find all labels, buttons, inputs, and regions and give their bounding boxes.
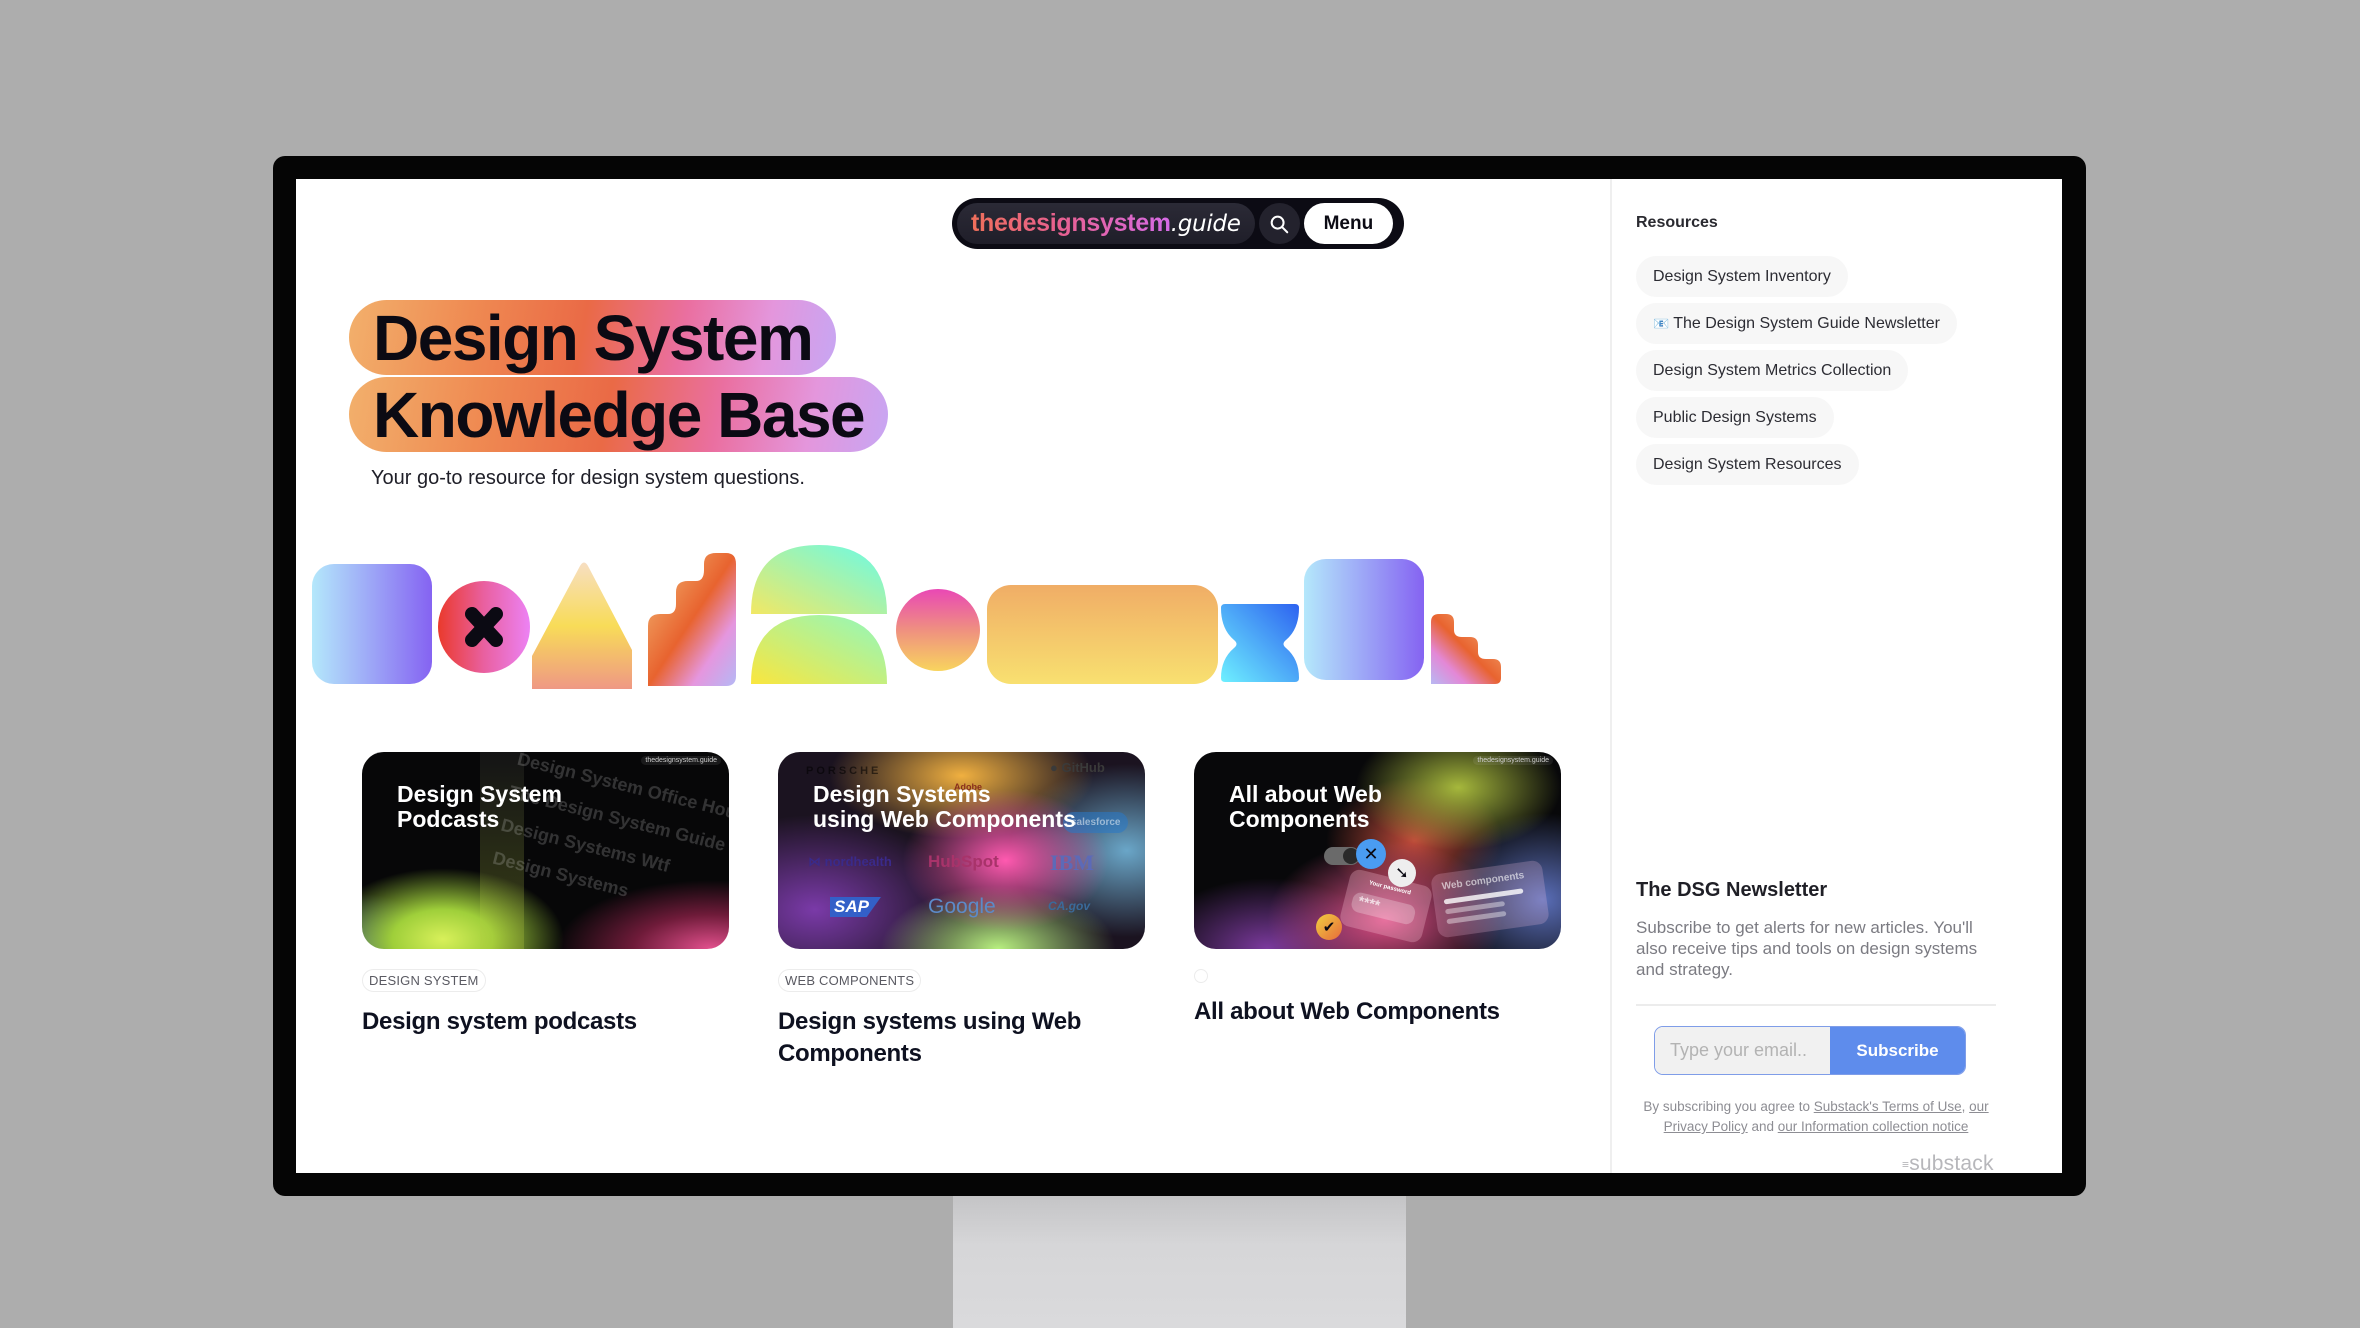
card-title[interactable]: Design systems using Web Components xyxy=(778,1006,1145,1070)
resource-link-inventory[interactable]: Design System Inventory xyxy=(1636,256,1848,297)
search-button[interactable] xyxy=(1258,203,1300,244)
main-content: thedesignsystem .guide Menu Design System… xyxy=(296,179,1610,1173)
close-x-icon xyxy=(465,607,503,647)
newsletter-title: The DSG Newsletter xyxy=(1636,879,1828,901)
hero-subtitle: Your go-to resource for design system qu… xyxy=(371,467,805,489)
card-thumbnail[interactable]: thedesignsystem.guide All about Web Comp… xyxy=(1194,752,1561,949)
card-title[interactable]: All about Web Components xyxy=(1194,996,1561,1028)
resource-link-metrics[interactable]: Design System Metrics Collection xyxy=(1636,350,1909,391)
category-tag[interactable]: DESIGN SYSTEM xyxy=(362,969,486,992)
card-title[interactable]: Design system podcasts xyxy=(362,1006,729,1038)
podcast-list-watermark: Design System Office Hours The Design Sy… xyxy=(490,752,729,901)
logo-sap: SAP xyxy=(830,897,881,917)
envelope-icon: 📧 xyxy=(1653,315,1670,331)
check-circle-icon: ✔ xyxy=(1316,914,1342,940)
information-collection-link[interactable]: our Information collection notice xyxy=(1778,1119,1969,1134)
resource-link-public-design-systems[interactable]: Public Design Systems xyxy=(1636,397,1834,438)
newsletter-divider xyxy=(1636,1004,1996,1006)
thumbnail-title: Design System Podcasts xyxy=(397,781,562,832)
subscribe-legal-text: By subscribing you agree to Substack's T… xyxy=(1643,1099,1989,1134)
subscribe-form: Subscribe xyxy=(1654,1026,1966,1075)
logo-porsche: PORSCHE xyxy=(806,765,882,777)
logo-tld: .guide xyxy=(1170,210,1241,237)
substack-branding[interactable]: ≡substack xyxy=(1902,1152,1994,1173)
article-card[interactable]: thedesignsystem.guide All about Web Comp… xyxy=(1194,752,1561,1028)
arrow-circle-icon: ➘ xyxy=(1388,859,1416,887)
shape-gradient-circle xyxy=(896,589,980,671)
decorative-shapes xyxy=(312,545,1501,689)
shape-blue-square xyxy=(1304,559,1424,680)
hero-title-line-1: Design System xyxy=(349,300,837,375)
sidebar: Resources Design System Inventory 📧 The … xyxy=(1610,179,2062,1173)
article-card[interactable]: PORSCHE Adobe ● GitHub salesforce ⋈ nord… xyxy=(778,752,1145,1070)
resources-list: Design System Inventory 📧 The Design Sys… xyxy=(1636,256,1957,485)
monitor-stand xyxy=(953,1190,1406,1328)
logo-hubspot: HubSpot xyxy=(928,852,999,871)
article-card[interactable]: Design System Office Hours The Design Sy… xyxy=(362,752,729,1038)
toggle-illustration xyxy=(1324,847,1360,865)
logo-brand: thedesignsystem xyxy=(971,209,1171,237)
hero-title-line-2: Knowledge Base xyxy=(349,377,889,452)
shape-hourglass xyxy=(1221,604,1299,682)
category-tag[interactable]: WEB COMPONENTS xyxy=(778,969,922,992)
card-thumbnail[interactable]: Design System Office Hours The Design Sy… xyxy=(362,752,729,949)
web-components-panel-illustration: Web components xyxy=(1430,859,1550,939)
logo-ca-gov: CA.gov xyxy=(1048,899,1090,913)
logo-google: Google xyxy=(928,895,996,918)
password-field-illustration: Your password **** xyxy=(1338,867,1434,945)
close-circle-icon: ✕ xyxy=(1356,839,1386,869)
email-input[interactable] xyxy=(1655,1027,1830,1074)
subscribe-button[interactable]: Subscribe xyxy=(1830,1027,1965,1074)
shape-blue-rect xyxy=(312,564,432,684)
logo-nordhealth: ⋈ nordhealth xyxy=(808,854,892,869)
resources-heading: Resources xyxy=(1636,214,1718,231)
site-logo-link[interactable]: thedesignsystem .guide xyxy=(957,203,1255,244)
shape-wide-rect xyxy=(987,585,1218,684)
resource-link-newsletter[interactable]: 📧 The Design System Guide Newsletter xyxy=(1636,303,1957,344)
card-thumbnail[interactable]: PORSCHE Adobe ● GitHub salesforce ⋈ nord… xyxy=(778,752,1145,949)
shape-small-stairs xyxy=(1431,614,1501,684)
site-header: thedesignsystem .guide Menu xyxy=(952,198,1404,249)
thumbnail-watermark: thedesignsystem.guide xyxy=(1473,756,1553,765)
newsletter-description: Subscribe to get alerts for new articles… xyxy=(1636,918,1978,979)
resource-link-resources[interactable]: Design System Resources xyxy=(1636,444,1859,485)
browser-viewport: thedesignsystem .guide Menu Design System… xyxy=(296,179,2062,1173)
shape-dome-top xyxy=(751,545,887,614)
logo-ibm: IBM xyxy=(1050,850,1094,875)
nordhealth-icon: ⋈ xyxy=(808,854,821,869)
github-icon: ● xyxy=(1050,760,1058,775)
thumbnail-title: All about Web Components xyxy=(1229,781,1382,832)
terms-of-use-link[interactable]: Substack's Terms of Use xyxy=(1814,1099,1962,1114)
shape-triangle xyxy=(532,562,632,689)
thumbnail-title: Design Systems using Web Components xyxy=(813,781,1076,832)
menu-button[interactable]: Menu xyxy=(1303,203,1394,244)
search-icon xyxy=(1270,215,1289,233)
shape-dome-bottom xyxy=(751,615,887,684)
shape-stairs xyxy=(648,553,736,686)
logo-github: ● GitHub xyxy=(1050,760,1105,775)
thumbnail-watermark: thedesignsystem.guide xyxy=(641,756,721,765)
category-tag[interactable] xyxy=(1194,969,1208,983)
